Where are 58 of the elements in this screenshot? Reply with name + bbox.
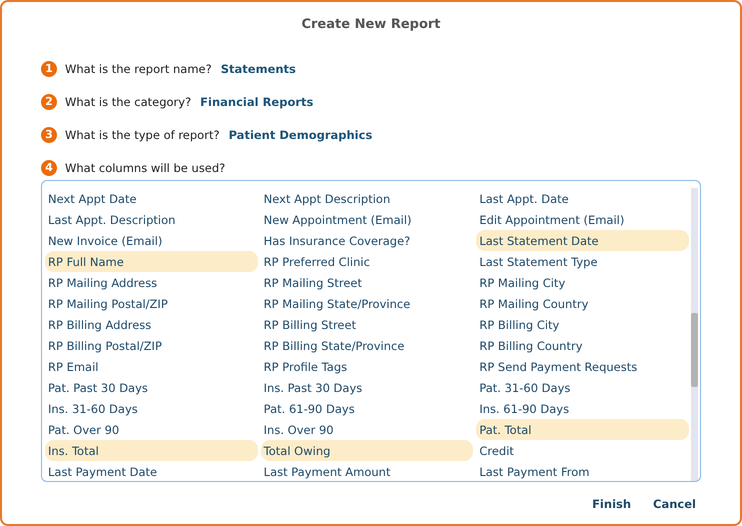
column-option[interactable]: RP Mailing City — [476, 272, 689, 293]
column-option[interactable]: RP Preferred Clinic — [260, 251, 474, 272]
column-option[interactable]: Last Appt. Date — [476, 188, 689, 209]
cancel-button[interactable]: Cancel — [653, 497, 696, 511]
column-option[interactable]: Total Owing — [260, 440, 474, 461]
column-option[interactable]: Last Statement Date — [476, 230, 689, 251]
column-option[interactable]: RP Billing State/Province — [260, 335, 474, 356]
column-option[interactable]: Pat. Past 30 Days — [45, 377, 258, 398]
column-option[interactable]: Pat. Over 90 — [45, 419, 258, 440]
column-option[interactable]: Last Appt. Description — [45, 209, 258, 230]
column-option[interactable]: Next Appt Description — [260, 188, 474, 209]
column-option[interactable]: RP Profile Tags — [260, 356, 474, 377]
column-option[interactable]: RP Mailing Country — [476, 293, 689, 314]
column-option[interactable]: New Appointment (Email) — [260, 209, 474, 230]
column-option[interactable]: Last Statement Type — [476, 251, 689, 272]
column-option[interactable]: Credit — [476, 440, 689, 461]
column-option[interactable]: RP Mailing Postal/ZIP — [45, 293, 258, 314]
column-option[interactable]: RP Mailing Street — [260, 272, 474, 293]
step-number: 3 — [41, 126, 57, 142]
step-number: 1 — [41, 60, 57, 76]
column-option[interactable]: Edit Appointment (Email) — [476, 209, 689, 230]
column-option[interactable]: Ins. Past 30 Days — [260, 377, 474, 398]
column-option[interactable]: RP Full Name — [45, 251, 258, 272]
column-option[interactable]: Has Insurance Coverage? — [260, 230, 474, 251]
scrollbar[interactable] — [691, 188, 698, 481]
dialog-title: Create New Report — [300, 17, 442, 32]
step-question: What is the type of report? — [65, 128, 220, 142]
column-option[interactable]: RP Billing Postal/ZIP — [45, 335, 258, 356]
column-option[interactable]: Pat. 31-60 Days — [476, 377, 689, 398]
column-option[interactable]: RP Billing Address — [45, 314, 258, 335]
column-option[interactable]: Last Payment Amount — [260, 461, 474, 481]
column-option[interactable]: New Invoice (Email) — [45, 230, 258, 251]
column-option[interactable]: Ins. Total — [45, 440, 258, 461]
step-answer: Statements — [220, 62, 296, 76]
column-option[interactable]: Pat. 61-90 Days — [260, 398, 474, 419]
column-option[interactable]: Last Payment Date — [45, 461, 258, 481]
column-option[interactable]: Ins. 31-60 Days — [45, 398, 258, 419]
column-option[interactable]: Last Payment From — [476, 461, 689, 481]
column-option[interactable]: RP Send Payment Requests — [476, 356, 689, 377]
step-number: 2 — [41, 94, 57, 110]
step-answer: Patient Demographics — [228, 128, 372, 142]
column-option[interactable]: Next Appt Date — [45, 188, 258, 209]
step-question: What columns will be used? — [65, 160, 226, 174]
column-option[interactable]: RP Billing Country — [476, 335, 689, 356]
column-option[interactable]: RP Billing City — [476, 314, 689, 335]
scrollbar-thumb[interactable] — [691, 313, 698, 387]
step-question: What is the report name? — [65, 62, 212, 76]
column-option[interactable]: RP Email — [45, 356, 258, 377]
column-option[interactable]: Ins. Over 90 — [260, 419, 474, 440]
step-number: 4 — [41, 160, 57, 176]
step-answer: Financial Reports — [200, 94, 314, 108]
column-option[interactable]: RP Billing Street — [260, 314, 474, 335]
step-question: What is the category? — [65, 94, 192, 108]
column-option[interactable]: Pat. Total — [476, 419, 689, 440]
column-option[interactable]: RP Mailing Address — [45, 272, 258, 293]
column-option[interactable]: RP Mailing State/Province — [260, 293, 474, 314]
finish-button[interactable]: Finish — [592, 497, 632, 511]
column-option[interactable]: Ins. 61-90 Days — [476, 398, 689, 419]
